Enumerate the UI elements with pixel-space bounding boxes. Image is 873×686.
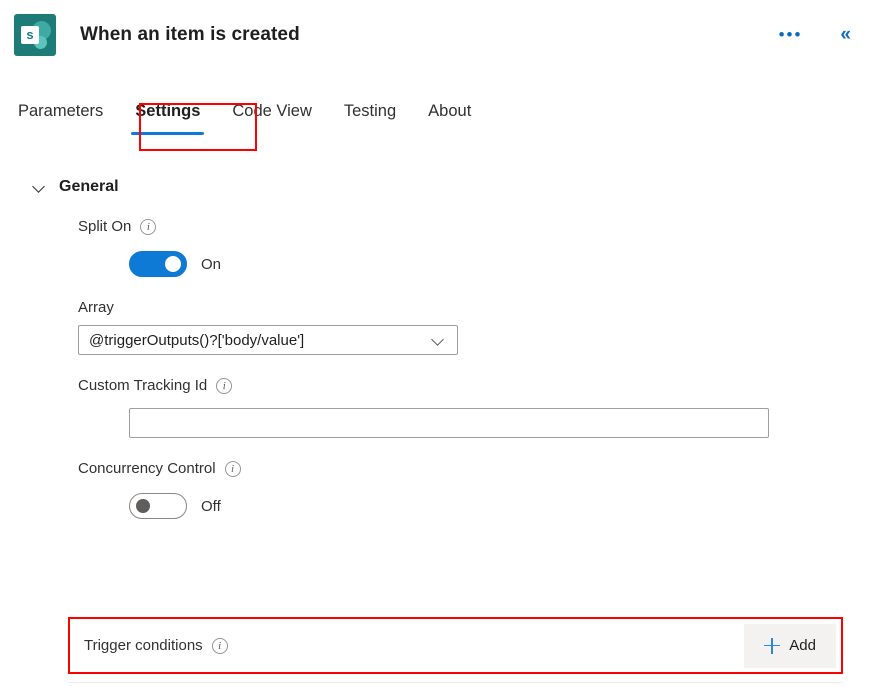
sharepoint-icon: s xyxy=(14,14,56,56)
field-split-on: Split On i On xyxy=(0,218,873,277)
tab-code-view[interactable]: Code View xyxy=(216,98,328,121)
tab-testing-label: Testing xyxy=(343,102,397,120)
section-title-general: General xyxy=(59,178,119,195)
concurrency-control-toggle-state: Off xyxy=(201,497,221,515)
field-label-row: Custom Tracking Id i xyxy=(78,377,873,394)
tab-about-label: About xyxy=(428,102,472,120)
add-trigger-condition-button[interactable]: Add xyxy=(744,623,836,668)
concurrency-control-label: Concurrency Control xyxy=(78,460,216,477)
info-icon[interactable]: i xyxy=(216,377,233,394)
section-header-general[interactable]: General xyxy=(0,178,873,196)
trigger-conditions-label: Trigger conditions xyxy=(84,637,203,654)
custom-tracking-id-label: Custom Tracking Id xyxy=(78,377,208,394)
tab-testing[interactable]: Testing xyxy=(328,98,412,121)
array-label: Array xyxy=(78,299,114,316)
tab-code-view-label: Code View xyxy=(232,102,312,120)
tab-bar: Parameters Settings Code View Testing Ab… xyxy=(0,98,873,142)
field-label-row: Array xyxy=(78,299,873,316)
field-label-row: Concurrency Control i xyxy=(78,460,873,477)
trigger-conditions-label-row: Trigger conditions i xyxy=(84,637,228,654)
ellipsis-icon: ••• xyxy=(778,25,803,44)
tab-parameters-label: Parameters xyxy=(18,102,104,120)
page-title: When an item is created xyxy=(80,24,300,45)
tab-settings-label: Settings xyxy=(135,102,201,120)
info-icon[interactable]: i xyxy=(140,218,157,235)
field-concurrency-control: Concurrency Control i Off xyxy=(0,460,873,519)
concurrency-control-toggle[interactable] xyxy=(129,493,187,519)
field-custom-tracking-id: Custom Tracking Id i xyxy=(0,377,873,438)
info-icon[interactable]: i xyxy=(224,460,241,477)
array-dropdown-value: @triggerOutputs()?['body/value'] xyxy=(89,331,305,349)
info-icon[interactable]: i xyxy=(211,637,228,654)
toggle-knob xyxy=(136,499,150,513)
more-options-button[interactable]: ••• xyxy=(775,25,807,44)
double-chevron-left-icon: « xyxy=(840,24,851,45)
header-actions: ••• « xyxy=(775,24,855,45)
concurrency-control-toggle-row: Off xyxy=(78,493,873,519)
plus-icon xyxy=(764,637,781,654)
field-label-row: Split On i xyxy=(78,218,873,235)
split-on-toggle-state: On xyxy=(201,255,222,273)
chevron-down-icon xyxy=(432,334,445,347)
split-on-toggle[interactable] xyxy=(129,251,187,277)
collapse-panel-button[interactable]: « xyxy=(836,24,855,45)
chevron-down-icon xyxy=(33,180,47,194)
field-array: Array @triggerOutputs()?['body/value'] xyxy=(0,299,873,355)
tab-parameters[interactable]: Parameters xyxy=(14,98,119,121)
toggle-knob xyxy=(165,256,181,272)
sharepoint-icon-letter: s xyxy=(21,26,39,44)
array-dropdown[interactable]: @triggerOutputs()?['body/value'] xyxy=(78,325,458,355)
annotation-box-trigger-conditions: Trigger conditions i Add xyxy=(68,617,843,674)
tab-about[interactable]: About xyxy=(412,98,487,121)
split-on-toggle-row: On xyxy=(78,251,873,277)
action-header: s When an item is created ••• « xyxy=(0,0,873,70)
custom-tracking-id-input[interactable] xyxy=(129,408,769,438)
field-trigger-conditions: Trigger conditions i Add xyxy=(70,619,841,672)
bottom-divider xyxy=(68,682,843,683)
split-on-label: Split On xyxy=(78,218,132,235)
tab-active-underline xyxy=(131,132,205,135)
add-button-label: Add xyxy=(789,637,816,654)
tab-settings[interactable]: Settings xyxy=(119,98,216,135)
